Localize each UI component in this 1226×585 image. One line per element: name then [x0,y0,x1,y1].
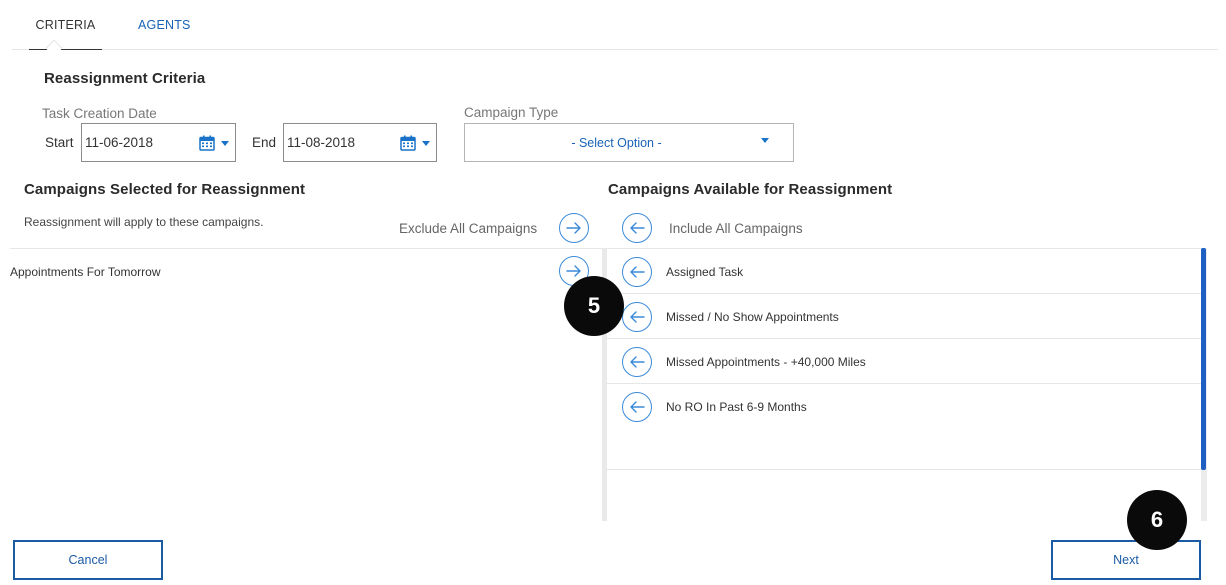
start-date-value: 11-06-2018 [85,135,154,150]
campaign-type-select[interactable]: - Select Option - [464,123,794,162]
arrow-left-icon [630,311,645,323]
arrow-left-icon [630,401,645,413]
list-item: Missed Appointments - +40,000 Miles [607,338,1201,383]
reassignment-criteria-title: Reassignment Criteria [44,70,206,87]
end-label: End [252,135,277,150]
arrow-right-icon [566,222,581,234]
include-campaign-button[interactable] [622,392,652,422]
list-item-label: Missed / No Show Appointments [666,310,839,324]
tab-agents[interactable]: AGENTS [138,18,191,32]
calendar-icon [199,135,215,151]
include-campaign-button[interactable] [622,302,652,332]
next-button[interactable]: Next [1051,540,1201,580]
chevron-down-icon [221,141,229,146]
end-date-picker[interactable] [400,135,432,151]
chevron-down-icon [422,141,430,146]
cancel-button[interactable]: Cancel [13,540,163,580]
selected-help-text: Reassignment will apply to these campaig… [24,215,264,229]
arrow-right-icon [566,265,581,277]
end-date-field[interactable]: 11-08-2018 [283,123,437,162]
campaign-type-value: - Select Option - [571,136,662,150]
arrow-left-icon [630,222,645,234]
selected-campaigns-title: Campaigns Selected for Reassignment [24,181,306,198]
available-campaigns-list: Assigned Task Missed / No Show Appointme… [607,248,1207,470]
list-item-label: Assigned Task [666,265,744,279]
exclude-all-button[interactable] [559,213,589,243]
step-badge-5: 5 [564,276,624,336]
arrow-left-icon [630,266,645,278]
end-date-value: 11-08-2018 [287,135,356,150]
start-date-field[interactable]: 11-06-2018 [81,123,236,162]
chevron-down-icon [761,138,769,143]
step-badge-6: 6 [1127,490,1187,550]
available-campaigns-title: Campaigns Available for Reassignment [608,181,893,198]
list-item: No RO In Past 6-9 Months [607,383,1201,428]
campaign-type-label: Campaign Type [464,105,559,120]
list-item-label: Missed Appointments - +40,000 Miles [666,355,866,369]
start-label: Start [45,135,74,150]
include-campaign-button[interactable] [622,347,652,377]
tab-criteria[interactable]: CRITERIA [29,18,102,50]
start-date-picker[interactable] [199,135,231,151]
selected-list-divider [10,248,602,249]
include-campaign-button[interactable] [622,257,652,287]
include-all-button[interactable] [622,213,652,243]
list-item: Assigned Task [607,248,1201,293]
calendar-icon [400,135,416,151]
exclude-all-label[interactable]: Exclude All Campaigns [399,221,537,236]
arrow-left-icon [630,356,645,368]
scrollbar-thumb[interactable] [1201,248,1206,470]
list-item-label: No RO In Past 6-9 Months [666,400,807,414]
list-separator-lower [603,470,607,521]
task-creation-date-label: Task Creation Date [42,106,157,121]
tab-bar: CRITERIA AGENTS [12,0,1218,50]
list-item: Appointments For Tomorrow [10,265,161,279]
list-item: Missed / No Show Appointments [607,293,1201,338]
include-all-label[interactable]: Include All Campaigns [669,221,803,236]
